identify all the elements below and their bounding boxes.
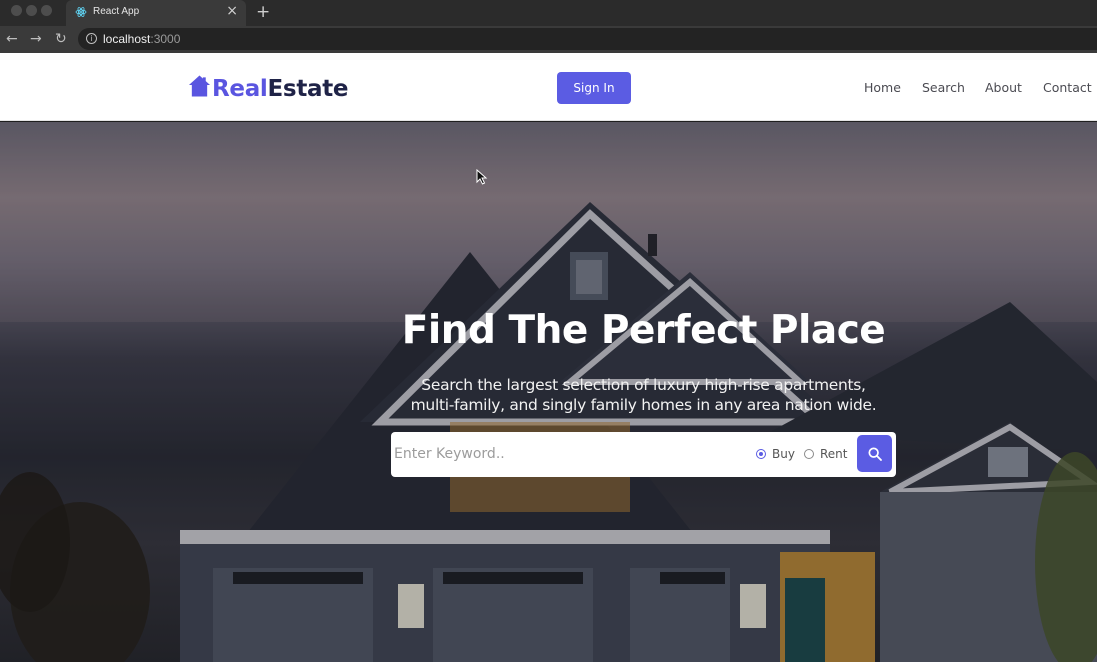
window-zoom-dot[interactable] [41, 5, 52, 16]
browser-address-bar: ← → ↻ i localhost:3000 [0, 26, 1097, 53]
hero-subtitle: Search the largest selection of luxury h… [0, 375, 1097, 415]
new-tab-icon[interactable]: + [256, 2, 270, 22]
hero-subtitle-line-1: Search the largest selection of luxury h… [421, 376, 866, 394]
rent-radio-label[interactable]: Rent [820, 447, 848, 461]
window-minimize-dot[interactable] [26, 5, 37, 16]
keyword-search-input[interactable] [394, 435, 734, 473]
tab-close-icon[interactable]: × [226, 3, 238, 19]
nav-contact[interactable]: Contact [1043, 80, 1092, 95]
url-host: localhost [103, 32, 151, 46]
nav-search[interactable]: Search [922, 80, 965, 95]
url-field[interactable]: i localhost:3000 [78, 28, 1097, 50]
browser-tab-bar: React App × + [0, 0, 1097, 26]
forward-arrow-icon[interactable]: → [30, 31, 42, 47]
hero-subtitle-line-2: multi-family, and singly family homes in… [410, 396, 877, 414]
search-form: Buy Rent [391, 432, 896, 477]
sign-in-button[interactable]: Sign In [557, 72, 631, 104]
browser-tab[interactable]: React App × [66, 0, 246, 26]
search-icon [867, 446, 882, 461]
tab-title: React App [93, 6, 140, 17]
site-header: RealEstate Sign In Home Search About Con… [0, 53, 1097, 121]
brand-part-real: Real [212, 76, 268, 102]
buy-radio-label[interactable]: Buy [772, 447, 795, 461]
rent-radio[interactable] [804, 449, 814, 459]
reload-icon[interactable]: ↻ [55, 31, 67, 47]
window-close-dot[interactable] [11, 5, 22, 16]
react-favicon-icon [75, 7, 87, 17]
url-text: localhost:3000 [103, 32, 180, 46]
hero-section: Find The Perfect Place Search the larges… [0, 122, 1097, 662]
buy-radio[interactable] [756, 449, 766, 459]
url-port: :3000 [150, 32, 181, 46]
hero-title: Find The Perfect Place [401, 308, 886, 353]
house-icon [188, 75, 211, 97]
brand-name: RealEstate [212, 76, 349, 102]
search-button[interactable] [857, 435, 892, 472]
brand-logo[interactable]: RealEstate [188, 72, 349, 102]
brand-part-estate: Estate [267, 76, 349, 102]
nav-home[interactable]: Home [864, 80, 901, 95]
mouse-cursor-icon [476, 169, 488, 185]
nav-about[interactable]: About [985, 80, 1022, 95]
back-arrow-icon[interactable]: ← [6, 31, 18, 47]
site-info-icon[interactable]: i [86, 33, 97, 44]
